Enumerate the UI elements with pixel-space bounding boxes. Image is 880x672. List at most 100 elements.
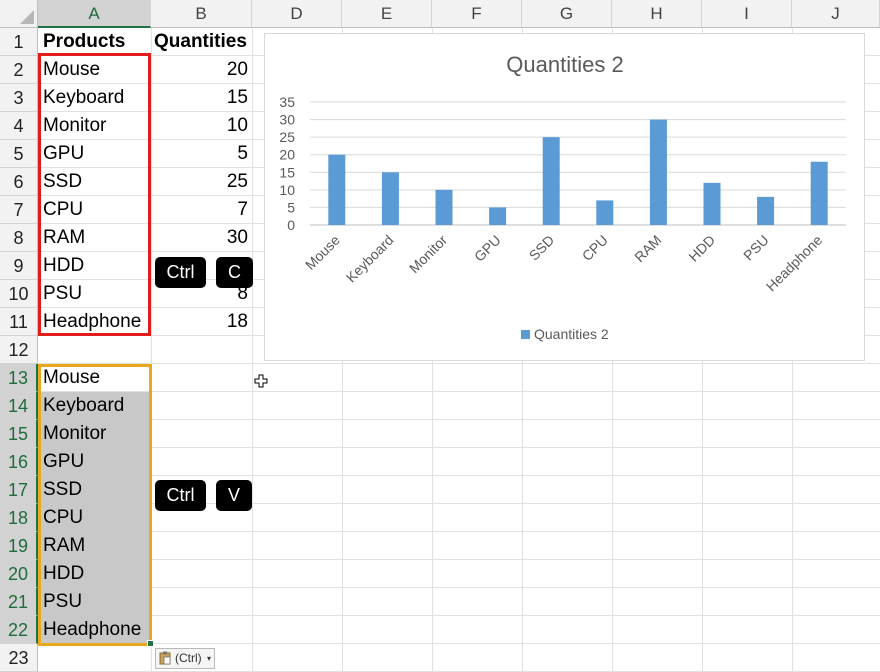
cell-b5[interactable]: 5 (151, 140, 252, 168)
row-header-11[interactable]: 11 (0, 308, 38, 336)
row-header-19[interactable]: 19 (0, 532, 38, 560)
cell-b2[interactable]: 20 (151, 56, 252, 84)
row-header-4[interactable]: 4 (0, 112, 38, 140)
row-header-2[interactable]: 2 (0, 56, 38, 84)
row-header-15[interactable]: 15 (0, 420, 38, 448)
clipboard-icon (159, 651, 171, 665)
pasted-range-border (38, 364, 152, 646)
gridline (38, 363, 880, 364)
bar-headphone (810, 161, 828, 225)
y-tick-label: 30 (279, 112, 295, 128)
y-tick-label: 10 (279, 182, 295, 198)
select-all-corner[interactable] (0, 0, 38, 28)
row-header-5[interactable]: 5 (0, 140, 38, 168)
cell-b4[interactable]: 10 (151, 112, 252, 140)
cell-b11[interactable]: 18 (151, 308, 252, 336)
legend-label: Quantities 2 (534, 326, 609, 342)
y-tick-label: 0 (287, 217, 295, 233)
cell-b1[interactable]: Quantities (154, 28, 254, 56)
gridline (38, 559, 880, 560)
row-header-23[interactable]: 23 (0, 644, 38, 672)
bar-cpu (596, 200, 614, 225)
cell-b6[interactable]: 25 (151, 168, 252, 196)
gridline (38, 587, 880, 588)
paste-options-label: (Ctrl) (175, 651, 202, 665)
column-header-j[interactable]: J (792, 0, 880, 28)
row-header-6[interactable]: 6 (0, 168, 38, 196)
column-header-f[interactable]: F (432, 0, 522, 28)
copy-letter-key: C (216, 257, 253, 288)
bar-monitor (435, 189, 453, 225)
x-tick-label: SSD (526, 232, 558, 264)
row-header-7[interactable]: 7 (0, 196, 38, 224)
column-header-i[interactable]: I (702, 0, 792, 28)
row-header-12[interactable]: 12 (0, 336, 38, 364)
row-header-17[interactable]: 17 (0, 476, 38, 504)
column-header-h[interactable]: H (612, 0, 702, 28)
row-header-21[interactable]: 21 (0, 588, 38, 616)
x-tick-label: CPU (579, 232, 611, 264)
column-header-g[interactable]: G (522, 0, 612, 28)
dropdown-arrow-icon: ▾ (207, 654, 212, 663)
cell-b8[interactable]: 30 (151, 224, 252, 252)
row-header-10[interactable]: 10 (0, 280, 38, 308)
fill-handle[interactable] (147, 640, 154, 647)
gridline (252, 28, 253, 672)
bar-mouse (328, 154, 346, 225)
x-tick-label: Keyboard (343, 232, 397, 286)
x-tick-label: Monitor (406, 232, 451, 277)
chart-canvas: Quantities 2 0 510 1520 2530 35 Mouse Keyboard M… (279, 52, 846, 342)
chart-title: Quantities 2 (506, 52, 623, 77)
column-header-e[interactable]: E (342, 0, 432, 28)
row-header-14[interactable]: 14 (0, 392, 38, 420)
bar-psu (757, 196, 775, 225)
bar-gpu (489, 207, 507, 225)
y-tick-label: 35 (279, 94, 295, 110)
select-all-triangle-icon (20, 10, 34, 24)
row-header-1[interactable]: 1 (0, 28, 38, 56)
row-header-20[interactable]: 20 (0, 560, 38, 588)
bar-keyboard (381, 172, 399, 225)
paste-options-button[interactable]: (Ctrl) ▾ (155, 648, 215, 669)
x-tick-label: RAM (631, 232, 664, 265)
plus-cursor-icon (254, 374, 268, 388)
column-header-b[interactable]: B (151, 0, 252, 28)
cell-b3[interactable]: 15 (151, 84, 252, 112)
column-header-a[interactable]: A (38, 0, 151, 28)
x-tick-label: HDD (685, 232, 718, 265)
row-header-16[interactable]: 16 (0, 448, 38, 476)
legend-swatch (521, 330, 530, 339)
copied-range-border (38, 53, 151, 336)
bar-chart[interactable]: Quantities 2 0 5 10 15 20 25 30 35 Mouse Keyboard M… (264, 33, 865, 361)
paste-modifier-key: Ctrl (155, 480, 206, 511)
row-header-22[interactable]: 22 (0, 616, 38, 644)
row-header-18[interactable]: 18 (0, 504, 38, 532)
paste-letter-key: V (216, 480, 252, 511)
gridline (38, 391, 880, 392)
row-header-8[interactable]: 8 (0, 224, 38, 252)
x-tick-label: Headphone (763, 232, 826, 295)
x-tick-label: Mouse (302, 232, 343, 273)
gridline (38, 643, 880, 644)
y-tick-label: 15 (279, 164, 295, 180)
y-tick-label: 5 (287, 199, 295, 215)
bar-ssd (542, 137, 560, 225)
copy-modifier-key: Ctrl (155, 257, 206, 288)
gridline (38, 615, 880, 616)
bar-hdd (703, 182, 721, 225)
spreadsheet[interactable]: A B D E F G H I J 1 2 3 4 5 6 7 8 9 10 1… (0, 0, 880, 672)
row-header-9[interactable]: 9 (0, 252, 38, 280)
cell-a1[interactable]: Products (43, 28, 149, 56)
row-header-3[interactable]: 3 (0, 84, 38, 112)
gridline (38, 447, 880, 448)
gridline (38, 475, 880, 476)
column-header-d[interactable]: D (252, 0, 342, 28)
gridline (38, 531, 880, 532)
gridline (38, 419, 880, 420)
cell-b7[interactable]: 7 (151, 196, 252, 224)
x-tick-label: GPU (471, 232, 504, 265)
bar-ram (649, 119, 667, 225)
x-tick-label: PSU (740, 232, 772, 264)
row-header-13[interactable]: 13 (0, 364, 38, 392)
y-tick-label: 20 (279, 147, 295, 163)
